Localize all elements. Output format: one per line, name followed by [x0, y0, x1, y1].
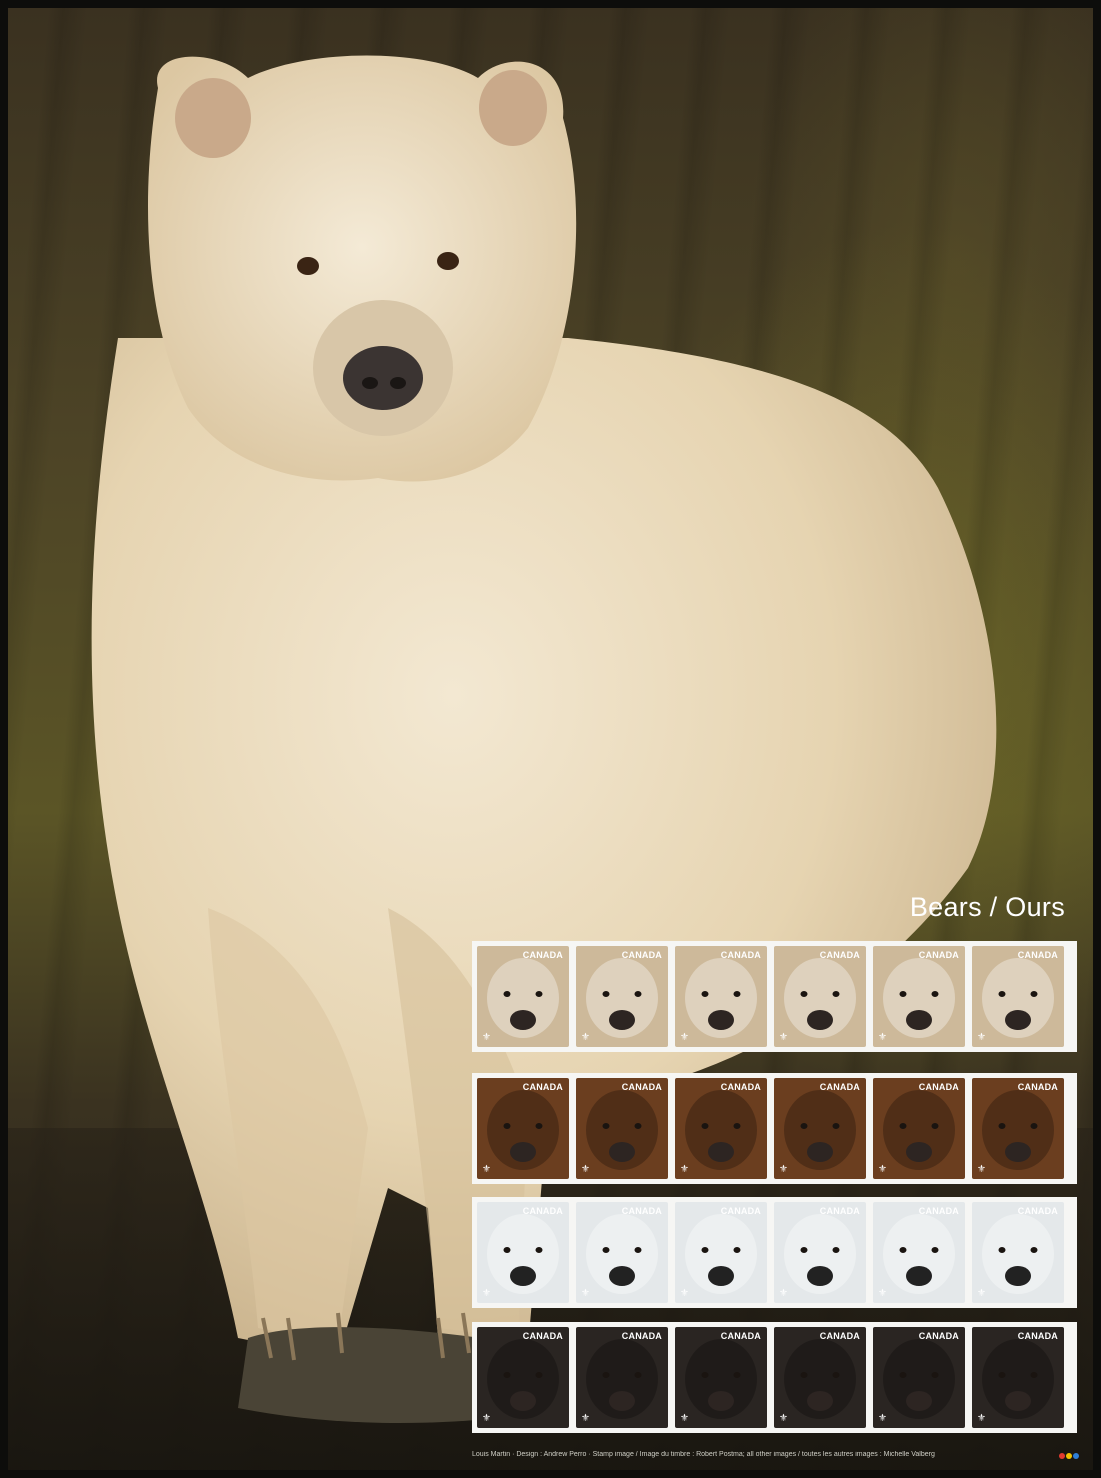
stamp-grizzly-bear: CANADA ⚜: [774, 1078, 866, 1179]
stamp-sheet: Bears / Ours CANADA ⚜ CANADA ⚜ CANADA ⚜ CANADA…: [8, 8, 1093, 1470]
country-label: CANADA: [1017, 1082, 1058, 1092]
stamp-polar-bear: CANADA ⚜: [477, 1202, 569, 1303]
stamp-black-bear: CANADA ⚜: [675, 1327, 767, 1428]
country-label: CANADA: [918, 950, 959, 960]
stamp-polar-bear: CANADA ⚜: [972, 1202, 1064, 1303]
country-label: CANADA: [819, 1331, 860, 1341]
country-label: CANADA: [819, 1206, 860, 1216]
stamp-grizzly-bear: CANADA ⚜: [477, 1078, 569, 1179]
stamp-spirit-bear: CANADA ⚜: [972, 946, 1064, 1047]
permanent-rate-icon: ⚜: [779, 1164, 788, 1175]
country-label: CANADA: [522, 1206, 563, 1216]
stamp-black-bear: CANADA ⚜: [774, 1327, 866, 1428]
permanent-rate-icon: ⚜: [482, 1288, 491, 1299]
permanent-rate-icon: ⚜: [680, 1164, 689, 1175]
country-label: CANADA: [720, 1331, 761, 1341]
country-label: CANADA: [522, 1082, 563, 1092]
country-label: CANADA: [1017, 1331, 1058, 1341]
sheet-title: Bears / Ours: [909, 892, 1065, 922]
country-label: CANADA: [621, 950, 662, 960]
stamp-polar-bear: CANADA ⚜: [774, 1202, 866, 1303]
stamp-spirit-bear: CANADA ⚜: [873, 946, 965, 1047]
country-label: CANADA: [918, 1082, 959, 1092]
permanent-rate-icon: ⚜: [680, 1032, 689, 1043]
permanent-rate-icon: ⚜: [680, 1413, 689, 1424]
stamp-grizzly-bear: CANADA ⚜: [576, 1078, 668, 1179]
country-label: CANADA: [621, 1082, 662, 1092]
country-label: CANADA: [621, 1206, 662, 1216]
stamp-spirit-bear: CANADA ⚜: [477, 946, 569, 1047]
country-label: CANADA: [819, 950, 860, 960]
stamp-strip-grizzly-bear: CANADA ⚜ CANADA ⚜ CANADA ⚜ CANADA ⚜ CANADA ⚜ CANAD…: [472, 1073, 1077, 1184]
country-label: CANADA: [621, 1331, 662, 1341]
country-label: CANADA: [522, 950, 563, 960]
stamp-strip-black-bear: CANADA ⚜ CANADA ⚜ CANADA ⚜ CANADA ⚜ CANADA ⚜ CANAD…: [472, 1322, 1077, 1433]
permanent-rate-icon: ⚜: [779, 1288, 788, 1299]
country-label: CANADA: [918, 1331, 959, 1341]
country-label: CANADA: [720, 950, 761, 960]
stamp-spirit-bear: CANADA ⚜: [576, 946, 668, 1047]
permanent-rate-icon: ⚜: [581, 1032, 590, 1043]
country-label: CANADA: [1017, 950, 1058, 960]
stamp-polar-bear: CANADA ⚜: [675, 1202, 767, 1303]
permanent-rate-icon: ⚜: [581, 1288, 590, 1299]
permanent-rate-icon: ⚜: [977, 1164, 986, 1175]
permanent-rate-icon: ⚜: [977, 1413, 986, 1424]
permanent-rate-icon: ⚜: [581, 1164, 590, 1175]
stamp-spirit-bear: CANADA ⚜: [774, 946, 866, 1047]
permanent-rate-icon: ⚜: [779, 1032, 788, 1043]
permanent-rate-icon: ⚜: [878, 1413, 887, 1424]
stamp-strip-spirit-bear: CANADA ⚜ CANADA ⚜ CANADA ⚜ CANADA ⚜ CANADA ⚜ CANAD…: [472, 941, 1077, 1052]
country-label: CANADA: [522, 1331, 563, 1341]
permanent-rate-icon: ⚜: [878, 1164, 887, 1175]
stamp-strip-polar-bear: CANADA ⚜ CANADA ⚜ CANADA ⚜ CANADA ⚜ CANADA ⚜ CANAD…: [472, 1197, 1077, 1308]
stamp-black-bear: CANADA ⚜: [576, 1327, 668, 1428]
credits-line: Louis Martin · Design : Andrew Perro · S…: [472, 1451, 935, 1458]
stamp-grizzly-bear: CANADA ⚜: [972, 1078, 1064, 1179]
country-label: CANADA: [720, 1082, 761, 1092]
stamp-grizzly-bear: CANADA ⚜: [675, 1078, 767, 1179]
stamp-pane: CANADA ⚜ CANADA ⚜ CANADA ⚜ CANADA ⚜ CANADA ⚜ CANAD…: [472, 941, 1077, 1446]
country-label: CANADA: [720, 1206, 761, 1216]
country-label: CANADA: [819, 1082, 860, 1092]
stamp-grizzly-bear: CANADA ⚜: [873, 1078, 965, 1179]
country-label: CANADA: [918, 1206, 959, 1216]
permanent-rate-icon: ⚜: [878, 1032, 887, 1043]
stamp-black-bear: CANADA ⚜: [477, 1327, 569, 1428]
stamp-black-bear: CANADA ⚜: [972, 1327, 1064, 1428]
permanent-rate-icon: ⚜: [581, 1413, 590, 1424]
permanent-rate-icon: ⚜: [482, 1164, 491, 1175]
stamp-polar-bear: CANADA ⚜: [576, 1202, 668, 1303]
stamp-black-bear: CANADA ⚜: [873, 1327, 965, 1428]
permanent-rate-icon: ⚜: [680, 1288, 689, 1299]
canada-post-logo-icon: [1059, 1453, 1079, 1459]
permanent-rate-icon: ⚜: [482, 1032, 491, 1043]
permanent-rate-icon: ⚜: [482, 1413, 491, 1424]
stamp-polar-bear: CANADA ⚜: [873, 1202, 965, 1303]
permanent-rate-icon: ⚜: [977, 1032, 986, 1043]
permanent-rate-icon: ⚜: [779, 1413, 788, 1424]
country-label: CANADA: [1017, 1206, 1058, 1216]
stamp-spirit-bear: CANADA ⚜: [675, 946, 767, 1047]
permanent-rate-icon: ⚜: [977, 1288, 986, 1299]
permanent-rate-icon: ⚜: [878, 1288, 887, 1299]
